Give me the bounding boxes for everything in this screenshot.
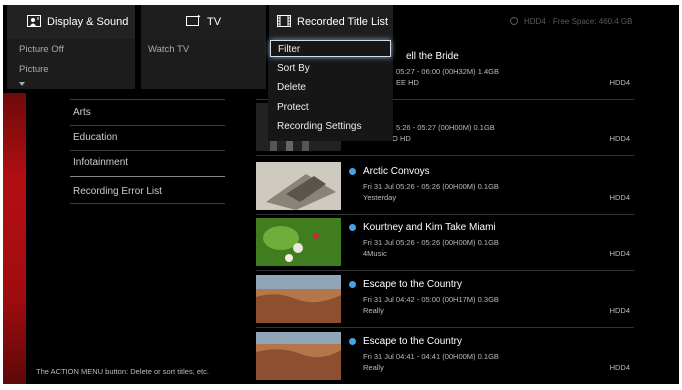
recording-hdd: HDD4 [609, 363, 630, 372]
new-indicator-icon [349, 224, 356, 231]
action-menu: Filter Sort By Delete Protect Recording … [268, 39, 393, 141]
recording-row[interactable]: Escape to the Country Fri 31 Jul 04:41 -… [256, 332, 634, 382]
tv-icon [185, 14, 201, 29]
recording-channel: Really [363, 306, 384, 315]
tab-tv-label: TV [206, 16, 222, 28]
genre-item-infotainment[interactable]: Infotainment [73, 157, 128, 168]
menu-item-watch-tv[interactable]: Watch TV [148, 44, 189, 55]
menu-item-delete[interactable]: Delete [270, 79, 391, 96]
menu-item-recording-settings[interactable]: Recording Settings [270, 118, 391, 135]
recording-channel: Yesterday [363, 193, 397, 202]
recording-hdd: HDD4 [609, 306, 630, 315]
divider [70, 150, 225, 151]
tab-display-sound-label: Display & Sound [47, 16, 129, 28]
red-side-bar [3, 93, 26, 384]
genre-item-arts[interactable]: Arts [73, 107, 91, 118]
divider [70, 125, 225, 126]
divider [70, 99, 225, 100]
recording-date: 5:26 - 05:27 (00H00M) 0.1GB [396, 123, 495, 132]
recording-channel: 4Music [363, 249, 387, 258]
thumbnail [256, 332, 341, 380]
new-indicator-icon [349, 338, 356, 345]
recording-hdd: HDD4 [609, 78, 630, 87]
recording-channel: Really [363, 363, 384, 372]
tab-tv[interactable]: TV [141, 5, 266, 39]
thumbnail [256, 275, 341, 323]
recording-row[interactable]: Escape to the Country Fri 31 Jul 04:42 -… [256, 275, 634, 328]
recording-title: Kourtney and Kim Take Miami [363, 222, 496, 233]
recording-row[interactable]: Kourtney and Kim Take Miami Fri 31 Jul 0… [256, 218, 634, 271]
recording-hdd: HDD4 [609, 249, 630, 258]
tab-recorded-title-list[interactable]: Recorded Title List [269, 5, 393, 39]
divider [256, 155, 634, 156]
new-indicator-icon [349, 168, 356, 175]
menu-item-picture[interactable]: Picture [19, 64, 49, 75]
chevron-down-icon[interactable] [19, 82, 25, 86]
menu-item-picture-off[interactable]: Picture Off [19, 44, 64, 55]
film-icon [277, 14, 291, 30]
recording-hdd: HDD4 [609, 134, 630, 143]
divider [256, 270, 634, 271]
tv-menu: Watch TV [141, 39, 266, 89]
genre-item-education[interactable]: Education [73, 132, 117, 143]
recording-date: Fri 31 Jul 04:41 - 04:41 (00H00M) 0.1GB [363, 352, 499, 361]
thumbnail [256, 218, 341, 266]
recording-date: Fri 31 Jul 05:26 - 05:26 (00H00M) 0.1GB [363, 182, 499, 191]
recording-date: Fri 31 Jul 05:26 - 05:26 (00H00M) 0.1GB [363, 238, 499, 247]
recording-channel: EE HD [396, 78, 419, 87]
recording-title: ell the Bride [406, 51, 459, 62]
divider [256, 214, 634, 215]
recording-title: Escape to the Country [363, 336, 462, 347]
recording-hdd: HDD4 [609, 193, 630, 202]
recording-title: Arctic Convoys [363, 166, 430, 177]
tv-screen: Display & Sound TV Recorded Title List H… [3, 5, 679, 384]
genre-item-recording-error-list[interactable]: Recording Error List [73, 186, 162, 197]
divider [70, 203, 225, 204]
hdd-free-space: HDD4 · Free Space: 460.4 GB [510, 17, 633, 26]
recording-date: 05:27 - 06:00 (00H32M) 1.4GB [396, 67, 499, 76]
display-sound-icon [27, 14, 41, 30]
tab-recorded-label: Recorded Title List [297, 16, 389, 28]
recording-date: Fri 31 Jul 04:42 - 05:00 (00H17M) 0.3GB [363, 295, 499, 304]
menu-item-sort-by[interactable]: Sort By [270, 60, 391, 77]
menu-item-filter[interactable]: Filter [270, 40, 391, 57]
disc-icon [510, 17, 518, 25]
menu-item-protect[interactable]: Protect [270, 99, 391, 116]
divider [256, 327, 634, 328]
thumbnail [256, 162, 341, 210]
tab-display-sound[interactable]: Display & Sound [7, 5, 135, 39]
display-sound-menu: Picture Off Picture [7, 39, 135, 89]
new-indicator-icon [349, 281, 356, 288]
divider [70, 176, 225, 177]
recording-row[interactable]: Arctic Convoys Fri 31 Jul 05:26 - 05:26 … [256, 162, 634, 215]
recording-title: Escape to the Country [363, 279, 462, 290]
footer-hint: The ACTION MENU button: Delete or sort t… [36, 367, 209, 376]
